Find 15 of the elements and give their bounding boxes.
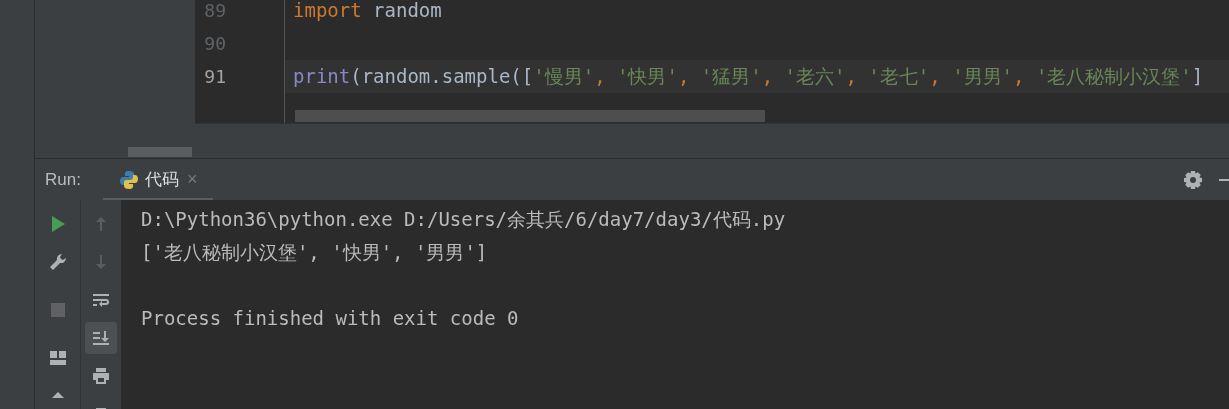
line-number: 91 xyxy=(204,65,226,89)
code-line: import random xyxy=(293,0,442,24)
console-output: D:\Python36\python.exe D:/Users/余其兵/6/day7/day3/代码.py xyxy=(141,208,786,230)
console-output: Process finished with exit code 0 xyxy=(141,307,519,329)
python-icon xyxy=(118,169,139,190)
console-output: ['老八秘制小汉堡', '快男', '男男'] xyxy=(141,241,488,263)
minimize-icon[interactable] xyxy=(1219,177,1229,182)
settings-icon[interactable] xyxy=(1183,169,1203,190)
run-label: Run: xyxy=(45,168,81,191)
scroll-to-end-icon[interactable] xyxy=(85,322,117,354)
code-line: print(random.sample(['慢男', '快男', '猛男', '老六', '老七', '男男', '老八秘制小汉堡'] xyxy=(293,64,1204,90)
scrollbar-thumb[interactable] xyxy=(295,110,765,122)
line-number: 89 xyxy=(204,0,226,23)
line-number: 90 xyxy=(204,32,226,56)
scrollbar-thumb[interactable] xyxy=(128,147,192,157)
